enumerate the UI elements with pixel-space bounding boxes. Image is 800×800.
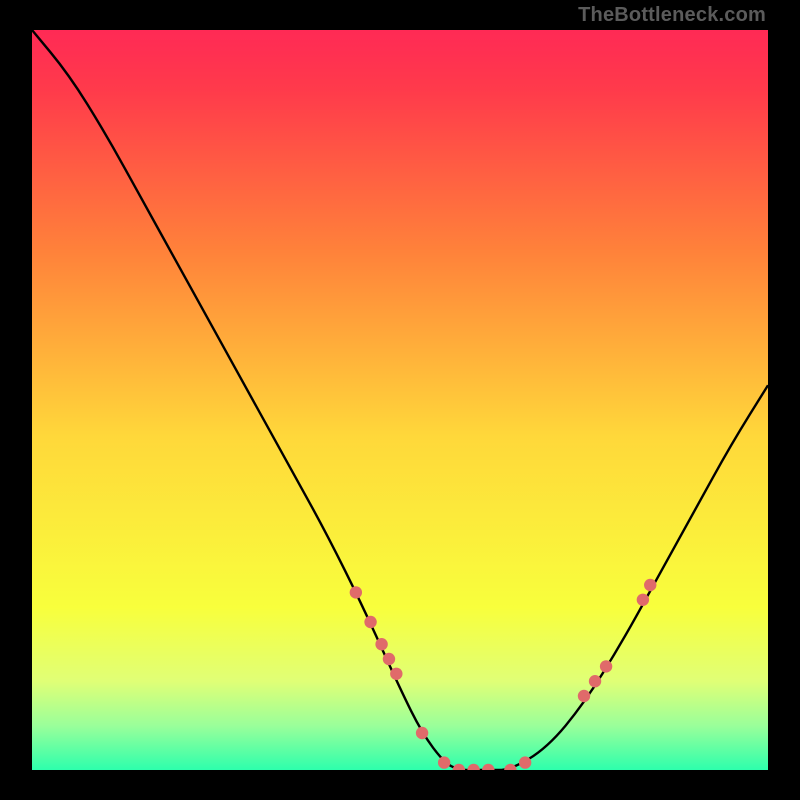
highlight-point	[416, 727, 428, 739]
highlight-point	[383, 653, 395, 665]
highlight-point	[519, 756, 531, 768]
chart-frame	[32, 30, 768, 770]
highlight-point	[589, 675, 601, 687]
highlight-point	[390, 668, 402, 680]
bottleneck-chart	[32, 30, 768, 770]
highlight-point	[438, 756, 450, 768]
highlight-point	[364, 616, 376, 628]
highlight-point	[644, 579, 656, 591]
highlight-point	[578, 690, 590, 702]
highlight-point	[600, 660, 612, 672]
gradient-bg	[32, 30, 768, 770]
highlight-point	[637, 594, 649, 606]
watermark-text: TheBottleneck.com	[578, 4, 766, 27]
highlight-point	[375, 638, 387, 650]
highlight-point	[350, 586, 362, 598]
